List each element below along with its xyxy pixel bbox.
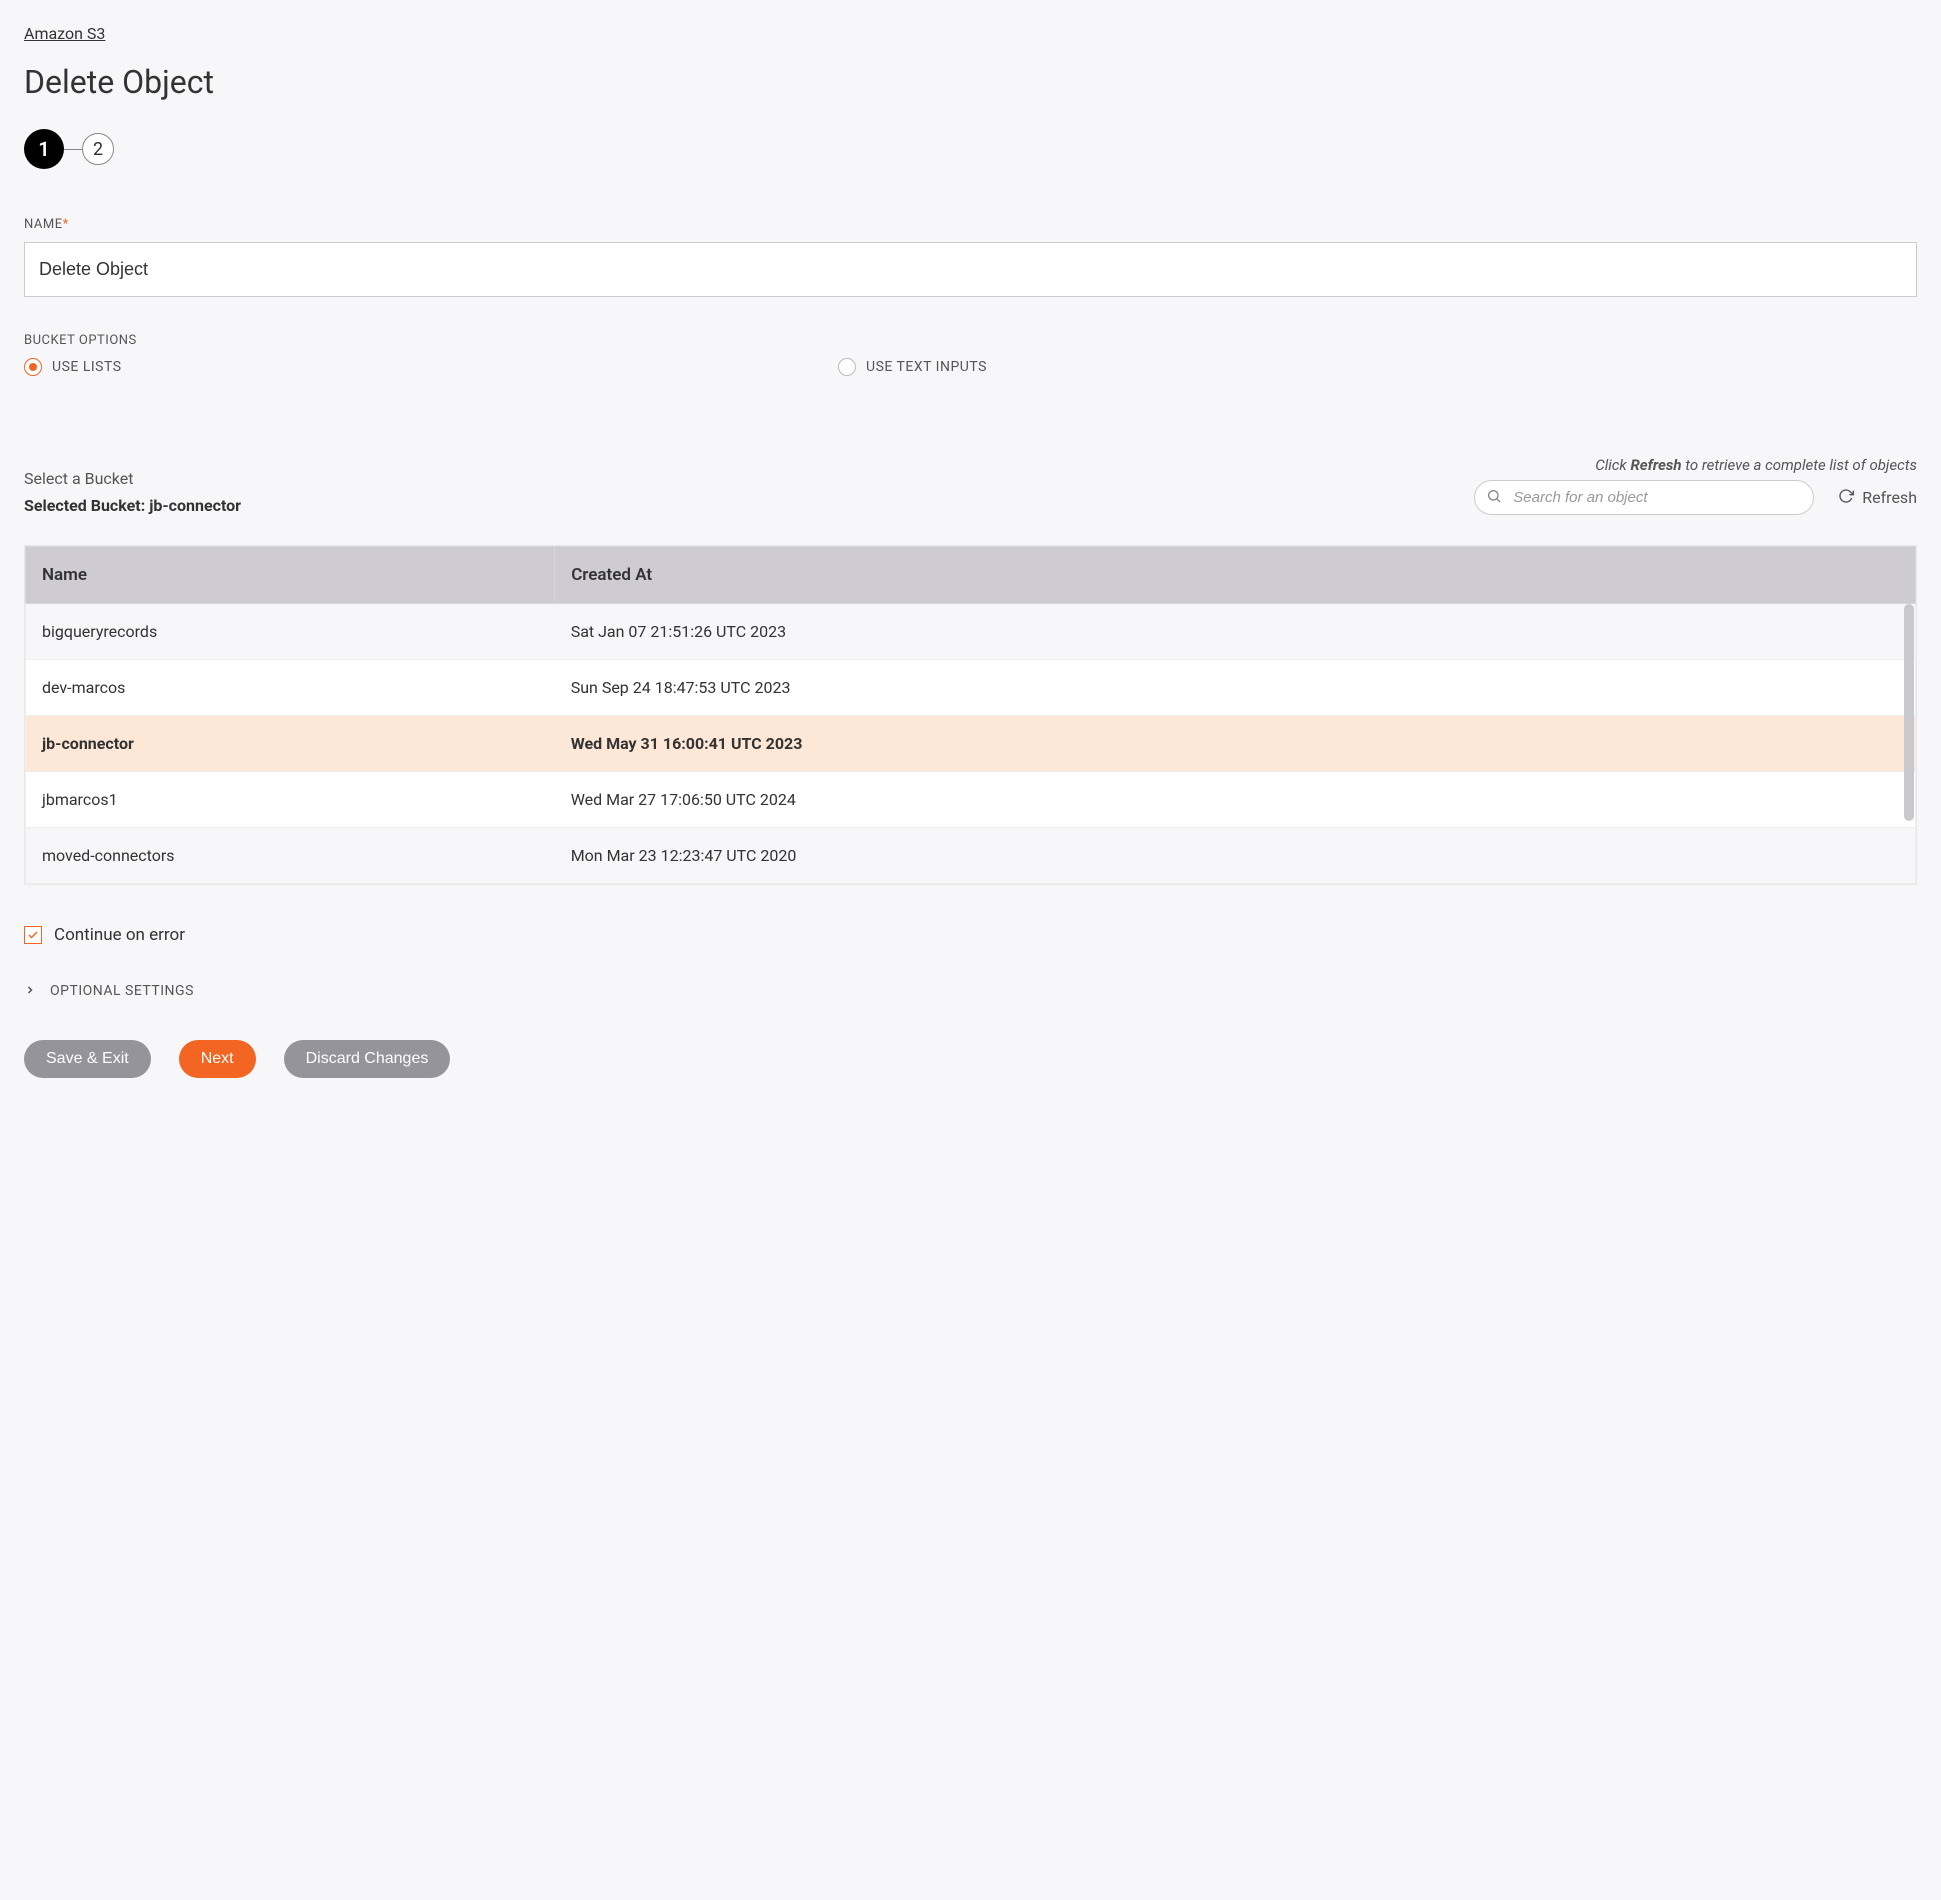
col-header-created[interactable]: Created At (555, 547, 1916, 604)
select-bucket-label: Select a Bucket (24, 469, 241, 488)
scrollbar-thumb[interactable] (1904, 604, 1914, 821)
save-exit-button[interactable]: Save & Exit (24, 1040, 151, 1078)
step-1[interactable]: 1 (24, 129, 64, 169)
refresh-button[interactable]: Refresh (1838, 488, 1917, 508)
name-field-label: NAME* (24, 217, 1917, 232)
radio-use-lists[interactable]: USE LISTS (24, 358, 838, 376)
cell-name: dev-marcos (26, 660, 555, 716)
refresh-icon (1838, 488, 1854, 508)
cell-created: Mon Mar 23 12:23:47 UTC 2020 (555, 828, 1916, 884)
next-button[interactable]: Next (179, 1040, 256, 1078)
radio-use-lists-label: USE LISTS (52, 359, 122, 375)
bucket-options-label: BUCKET OPTIONS (24, 333, 1917, 348)
page-title: Delete Object (24, 63, 1917, 101)
chevron-right-icon (24, 981, 36, 1000)
cell-name: moved-connectors (26, 828, 555, 884)
required-asterisk: * (63, 217, 69, 232)
selected-bucket: Selected Bucket: jb-connector (24, 496, 241, 515)
cell-created: Wed Mar 27 17:06:50 UTC 2024 (555, 772, 1916, 828)
step-2[interactable]: 2 (82, 133, 114, 165)
cell-created: Wed May 31 16:00:41 UTC 2023 (555, 716, 1916, 772)
bucket-table: Name Created At bigqueryrecordsSat Jan 0… (24, 545, 1917, 885)
step-connector (64, 149, 82, 150)
radio-icon (24, 358, 42, 376)
refresh-label: Refresh (1862, 488, 1917, 507)
radio-use-text[interactable]: USE TEXT INPUTS (838, 358, 1652, 376)
cell-name: bigqueryrecords (26, 604, 555, 660)
optional-settings-toggle[interactable]: OPTIONAL SETTINGS (24, 981, 1917, 1000)
discard-button[interactable]: Discard Changes (284, 1040, 451, 1078)
table-row[interactable]: jb-connectorWed May 31 16:00:41 UTC 2023 (26, 716, 1916, 772)
continue-on-error-label: Continue on error (54, 925, 185, 945)
cell-name: jb-connector (26, 716, 555, 772)
radio-use-text-label: USE TEXT INPUTS (866, 359, 987, 375)
stepper: 1 2 (24, 129, 1917, 169)
breadcrumb-link[interactable]: Amazon S3 (24, 24, 105, 43)
cell-created: Sun Sep 24 18:47:53 UTC 2023 (555, 660, 1916, 716)
col-header-name[interactable]: Name (26, 547, 555, 604)
optional-settings-label: OPTIONAL SETTINGS (50, 983, 194, 999)
radio-icon (838, 358, 856, 376)
cell-created: Sat Jan 07 21:51:26 UTC 2023 (555, 604, 1916, 660)
table-row[interactable]: bigqueryrecordsSat Jan 07 21:51:26 UTC 2… (26, 604, 1916, 660)
refresh-hint: Click Refresh to retrieve a complete lis… (1474, 456, 1917, 474)
name-input[interactable] (24, 242, 1917, 297)
continue-on-error-checkbox[interactable] (24, 926, 42, 944)
search-input[interactable] (1474, 480, 1814, 515)
scrollbar[interactable] (1904, 604, 1914, 882)
table-row[interactable]: moved-connectorsMon Mar 23 12:23:47 UTC … (26, 828, 1916, 884)
table-row[interactable]: jbmarcos1Wed Mar 27 17:06:50 UTC 2024 (26, 772, 1916, 828)
table-row[interactable]: dev-marcosSun Sep 24 18:47:53 UTC 2023 (26, 660, 1916, 716)
search-icon (1486, 488, 1502, 508)
cell-name: jbmarcos1 (26, 772, 555, 828)
